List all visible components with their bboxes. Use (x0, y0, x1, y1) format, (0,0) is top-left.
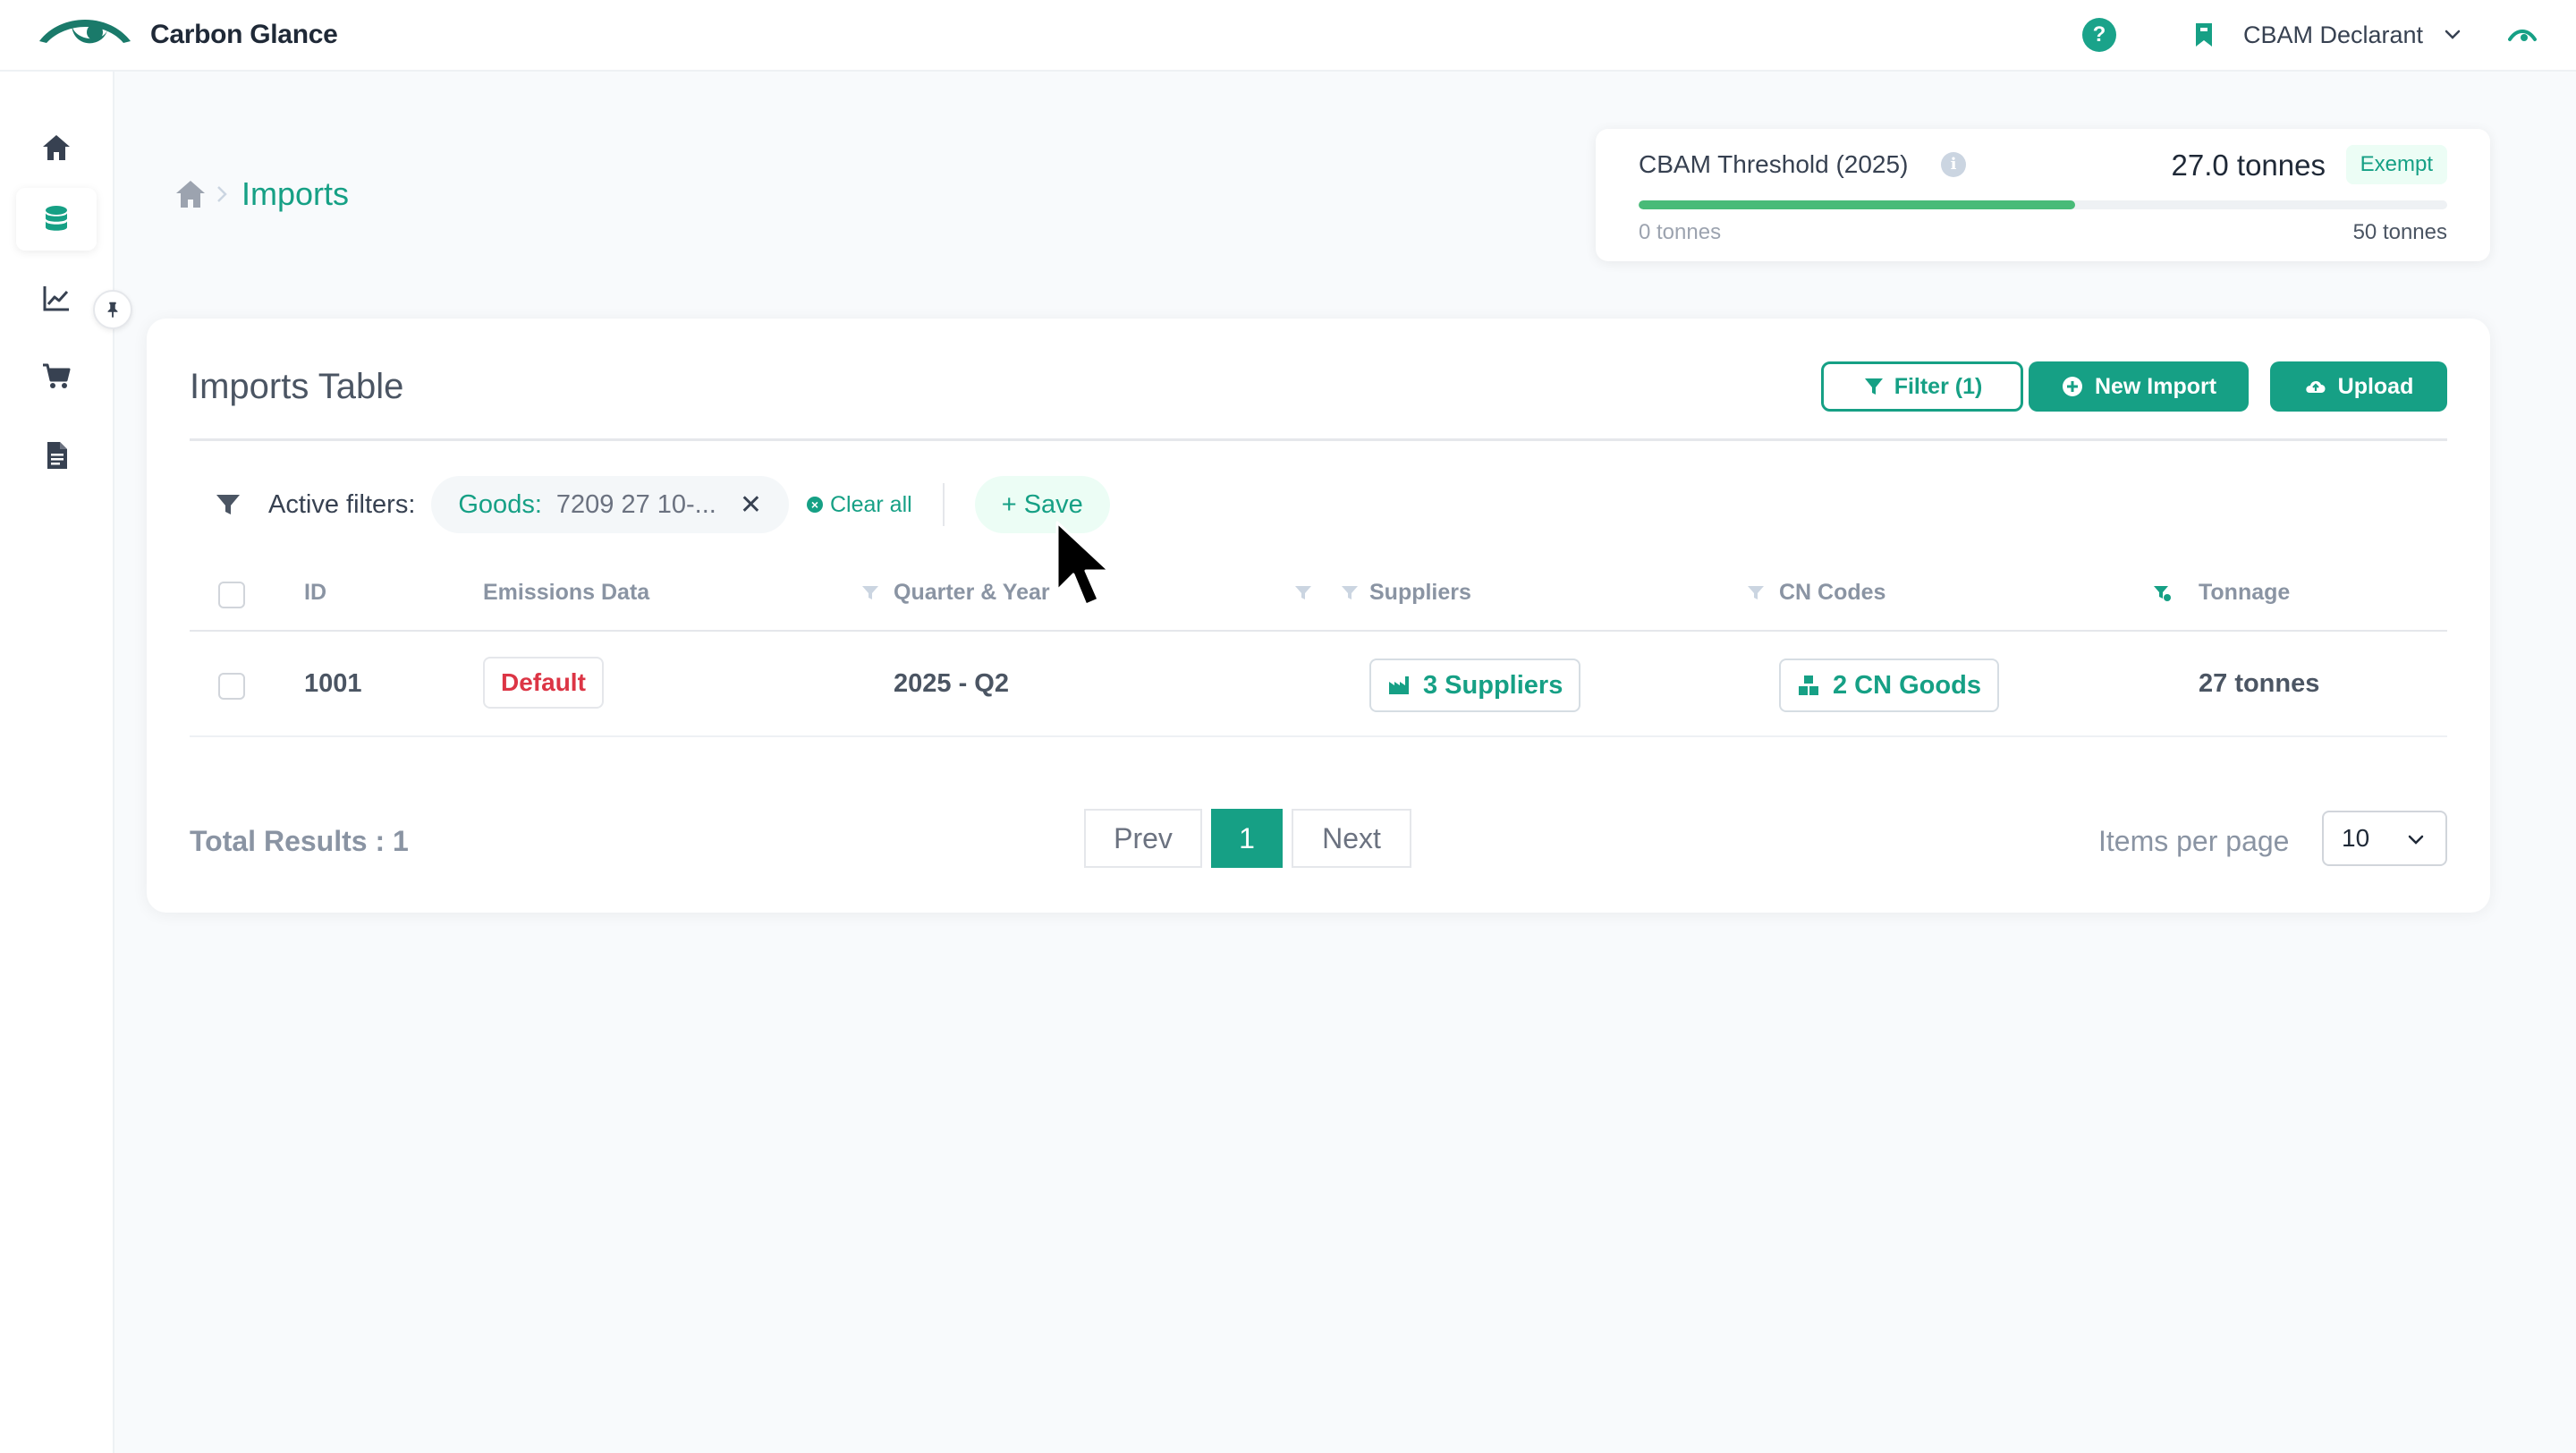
filter-button-label: Filter (1) (1894, 373, 1983, 399)
items-per-page-select[interactable]: 10 (2322, 811, 2447, 866)
upload-button[interactable]: Upload (2270, 361, 2447, 412)
sidebar-item-market[interactable] (16, 344, 97, 407)
select-all-checkbox[interactable] (218, 582, 245, 608)
cn-goods-label: 2 CN Goods (1833, 670, 1981, 700)
boxes-icon (1799, 676, 1818, 695)
threshold-min-label: 0 tonnes (1639, 220, 1722, 244)
mouse-cursor-icon (1055, 521, 1111, 607)
column-header-id[interactable]: ID (304, 580, 326, 606)
document-icon (47, 442, 67, 469)
clear-all-button[interactable]: × Clear all (807, 492, 912, 518)
items-per-page-value: 10 (2342, 824, 2370, 852)
close-icon[interactable]: ✕ (740, 489, 762, 521)
total-results: Total Results : 1 (190, 825, 409, 857)
threshold-value: 27.0 tonnes (2171, 149, 2326, 182)
threshold-card: CBAM Threshold (2025) i 27.0 tonnes Exem… (1596, 129, 2490, 261)
divider (942, 483, 945, 526)
imports-card: Imports Table Filter (1) New Import Uplo… (147, 319, 2490, 913)
column-filter-icon[interactable] (1293, 583, 1313, 603)
filter-chip-value: 7209 27 10-... (555, 489, 716, 519)
page-title: Imports Table (190, 367, 404, 406)
column-header-emissions[interactable]: Emissions Data (483, 580, 649, 606)
cell-quarter: 2025 - Q2 (894, 669, 1009, 698)
pagination: Prev 1 Next (1084, 809, 1411, 868)
chevron-down-icon (2408, 835, 2424, 845)
bookmark-icon (2196, 23, 2212, 47)
column-header-cn-codes[interactable]: CN Codes (1779, 580, 1885, 606)
table-header: ID Emissions Data Quarter & Year Supplie… (190, 557, 2447, 632)
column-filter-icon[interactable] (860, 583, 880, 603)
sidebar-item-reports[interactable] (16, 424, 97, 487)
chart-line-icon (43, 286, 69, 311)
divider (190, 438, 2447, 441)
eye-logo-icon (39, 20, 131, 44)
emissions-badge[interactable]: Default (483, 657, 604, 709)
table-row[interactable]: 1001 Default 2025 - Q2 3 Suppliers 2 CN … (190, 632, 2447, 737)
next-page-button[interactable]: Next (1292, 809, 1411, 868)
sidebar-item-home[interactable] (16, 116, 97, 179)
prev-page-button[interactable]: Prev (1084, 809, 1202, 868)
column-filter-icon[interactable] (1340, 583, 1360, 603)
column-filter-active-icon[interactable] (2152, 583, 2172, 603)
suppliers-label: 3 Suppliers (1423, 670, 1563, 700)
home-icon[interactable] (174, 178, 208, 210)
filter-chip-goods[interactable]: Goods: 7209 27 10-... ✕ (431, 476, 789, 533)
items-per-page-label: Items per page (2098, 825, 2290, 857)
clear-all-label: Clear all (830, 491, 912, 517)
cell-id: 1001 (304, 669, 362, 698)
info-icon[interactable]: i (1941, 152, 1966, 177)
funnel-icon (1864, 378, 1883, 395)
row-checkbox[interactable] (218, 673, 245, 700)
sidebar-item-analytics[interactable] (16, 267, 97, 329)
cloud-upload-icon (2306, 380, 2326, 393)
column-header-tonnage[interactable]: Tonnage (2199, 580, 2290, 606)
suppliers-button[interactable]: 3 Suppliers (1369, 659, 1581, 712)
role-selector[interactable]: CBAM Declarant (2243, 21, 2423, 49)
home-icon (43, 135, 70, 160)
threshold-max-label: 50 tonnes (2352, 220, 2447, 244)
status-badge: Exempt (2345, 145, 2447, 184)
threshold-progress-bar (1639, 200, 2447, 209)
column-filter-icon[interactable] (1746, 583, 1766, 603)
new-import-label: New Import (2094, 373, 2217, 399)
help-icon[interactable]: ? (2082, 18, 2116, 52)
plus-circle-icon (2062, 377, 2082, 396)
filter-chip-key: Goods: (458, 489, 542, 519)
cart-icon (43, 363, 71, 388)
column-header-quarter[interactable]: Quarter & Year (894, 580, 1050, 606)
sidebar (0, 72, 132, 1453)
cn-goods-button[interactable]: 2 CN Goods (1779, 659, 1999, 712)
factory-icon (1389, 676, 1409, 694)
upload-label: Upload (2337, 373, 2414, 399)
threshold-progress-fill (1639, 200, 2076, 209)
breadcrumb: Imports (174, 175, 349, 213)
active-filters-label: Active filters: (268, 489, 416, 519)
brand-name[interactable]: Carbon Glance (150, 20, 338, 50)
page-1-button[interactable]: 1 (1211, 809, 1283, 868)
new-import-button[interactable]: New Import (2029, 361, 2249, 412)
sidebar-item-imports[interactable] (16, 188, 97, 251)
database-icon (46, 206, 67, 231)
top-bar: Carbon Glance ? CBAM Declarant (0, 0, 2576, 72)
breadcrumb-current: Imports (242, 175, 350, 212)
chevron-right-icon (217, 186, 227, 202)
active-filters-bar: Active filters: Goods: 7209 27 10-... ✕ … (215, 476, 1110, 533)
clear-icon: × (807, 497, 823, 513)
cell-tonnage: 27 tonnes (2199, 669, 2320, 698)
column-header-suppliers[interactable]: Suppliers (1369, 580, 1471, 606)
eye-icon[interactable] (2508, 25, 2537, 47)
threshold-title: CBAM Threshold (2025) (1639, 150, 1909, 178)
pin-icon (107, 302, 118, 319)
funnel-icon (216, 495, 240, 514)
chevron-down-icon[interactable] (2442, 24, 2463, 46)
pin-sidebar-button[interactable] (93, 290, 132, 329)
filter-button[interactable]: Filter (1) (1821, 361, 2023, 412)
